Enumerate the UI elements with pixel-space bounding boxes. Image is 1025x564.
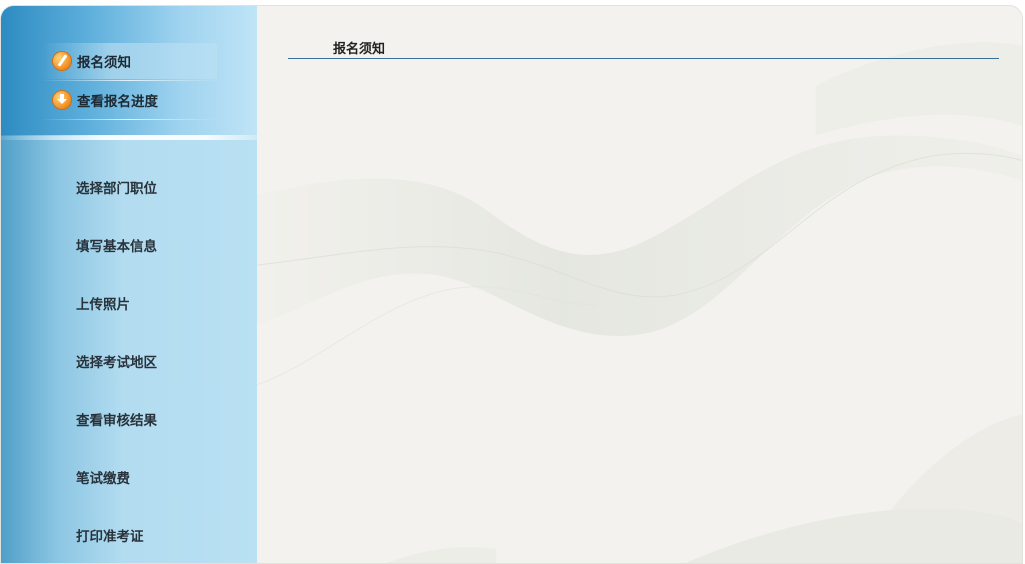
step-nav: 选择部门职位 填写基本信息 上传照片 选择考试地区 查看审核结果 笔试缴费 打印… (1, 158, 257, 563)
menu-item-label: 查看报名进度 (77, 94, 158, 110)
page-title: 报名须知 (333, 42, 386, 57)
menu-item-registration-notice[interactable]: 报名须知 (41, 43, 217, 79)
nav-item-print-admission-ticket[interactable]: 打印准考证 (1, 506, 257, 563)
app-frame: 报名须知 查看报名进度 选择部门职位 填写基本信息 上传照片 选择考试地区 查看… (0, 5, 1023, 564)
nav-item-select-position[interactable]: 选择部门职位 (1, 158, 257, 216)
divider (41, 119, 217, 120)
title-underline (288, 58, 999, 59)
pen-icon (53, 52, 71, 70)
nav-item-check-review-result[interactable]: 查看审核结果 (1, 390, 257, 448)
background-waves (257, 42, 1022, 563)
divider (41, 80, 217, 81)
menu-item-label: 报名须知 (77, 55, 131, 71)
nav-item-fill-basic-info[interactable]: 填写基本信息 (1, 216, 257, 274)
main-content: 报名须知 (257, 6, 1022, 563)
nav-item-upload-photo[interactable]: 上传照片 (1, 274, 257, 332)
nav-item-exam-payment[interactable]: 笔试缴费 (1, 448, 257, 506)
nav-item-select-exam-region[interactable]: 选择考试地区 (1, 332, 257, 390)
sidebar-top-panel: 报名须知 查看报名进度 (1, 6, 257, 140)
download-icon (53, 91, 71, 109)
sidebar: 报名须知 查看报名进度 选择部门职位 填写基本信息 上传照片 选择考试地区 查看… (1, 6, 257, 563)
menu-item-check-progress[interactable]: 查看报名进度 (41, 82, 217, 118)
